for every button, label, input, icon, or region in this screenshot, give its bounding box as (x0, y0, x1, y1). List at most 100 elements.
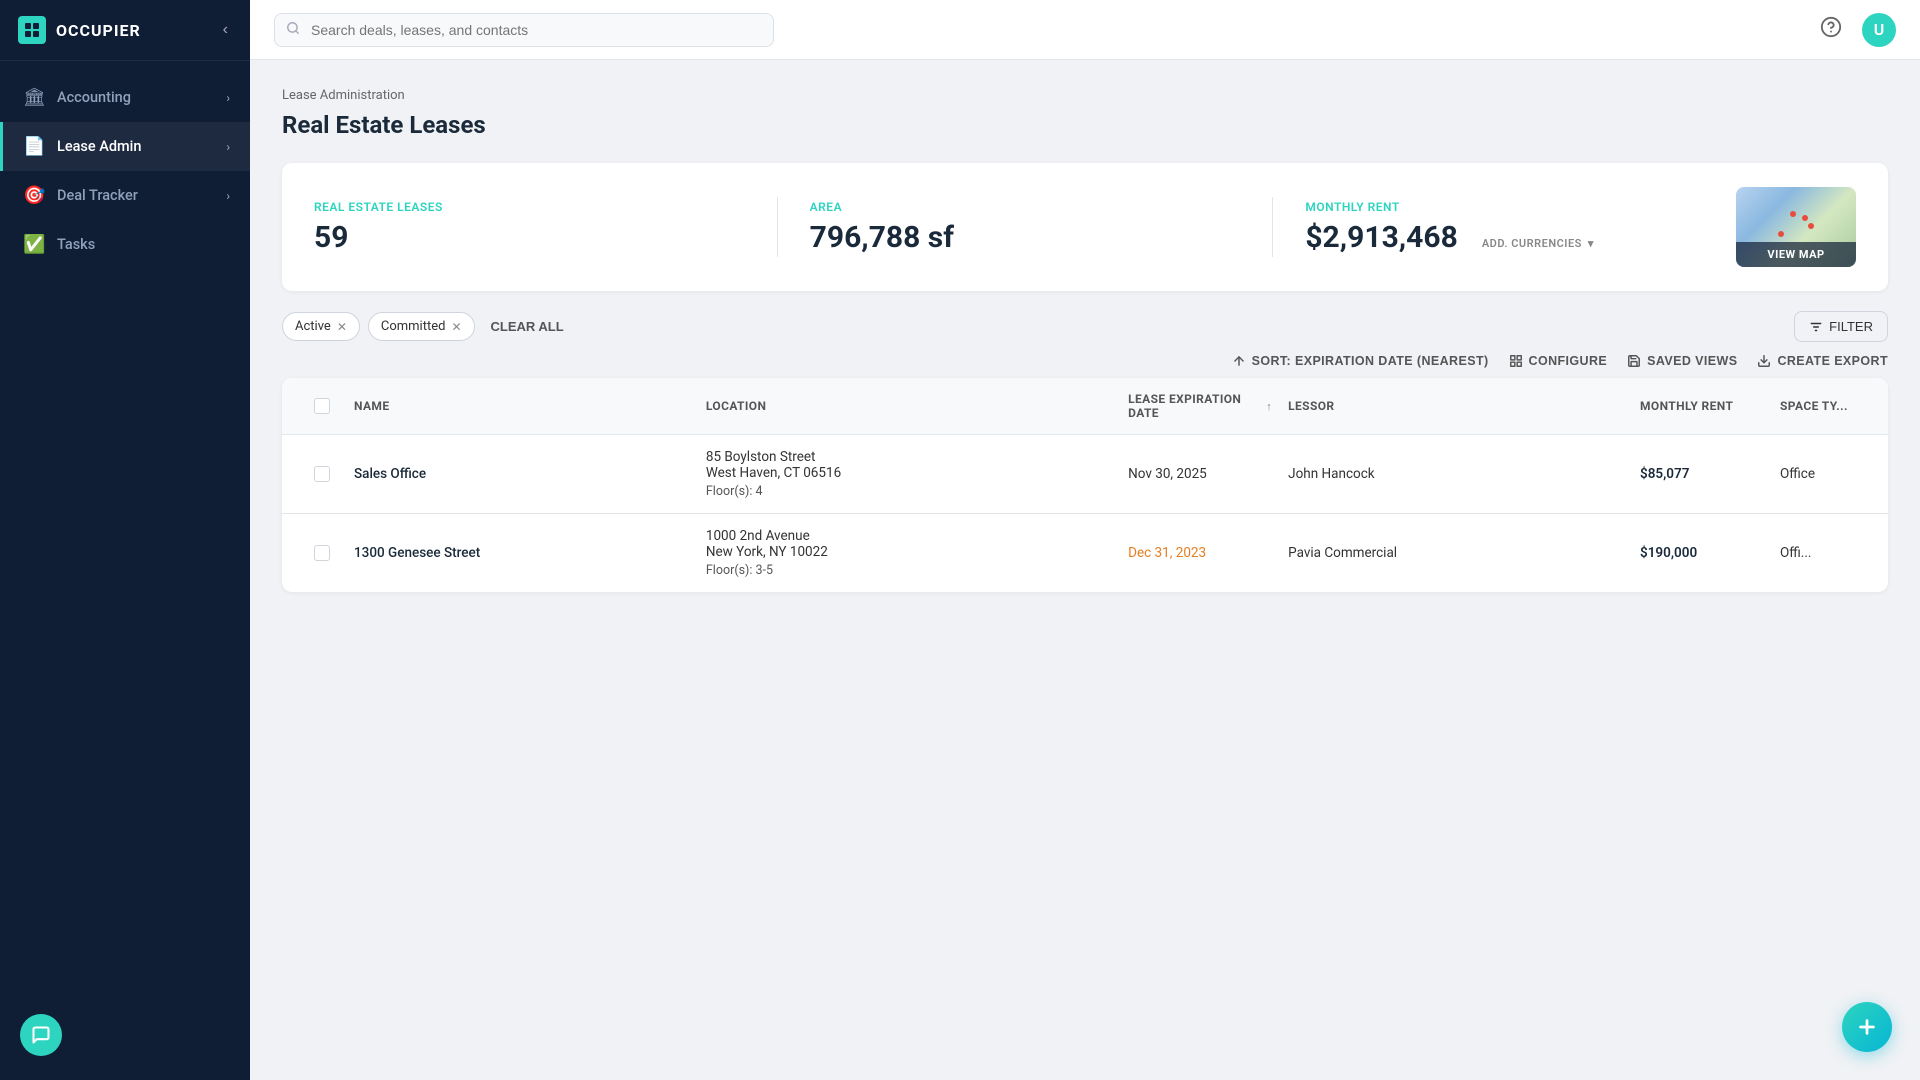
sidebar: OCCUPIER ‹ 🏛 Accounting › 📄 Lease Admin … (0, 0, 250, 1080)
committed-filter-label: Committed (381, 319, 446, 334)
filters-row: Active ✕ Committed ✕ CLEAR ALL FILTER (282, 311, 1888, 342)
saved-views-label: SAVED VIEWS (1647, 354, 1737, 368)
sidebar-collapse-button[interactable]: ‹ (219, 17, 232, 43)
user-avatar[interactable]: U (1862, 13, 1896, 47)
row-checkbox-cell (298, 531, 346, 575)
sidebar-item-accounting[interactable]: 🏛 Accounting › (0, 73, 250, 122)
lease-location: 85 Boylston Street West Haven, CT 06516 … (698, 435, 1120, 513)
col-header-location: Location (698, 378, 1120, 434)
select-all-checkbox[interactable] (314, 398, 330, 414)
col-header-name: Name (346, 378, 698, 434)
sidebar-item-label: Lease Admin (57, 138, 214, 155)
sidebar-navigation: 🏛 Accounting › 📄 Lease Admin › 🎯 Deal Tr… (0, 61, 250, 1080)
col-header-lessor: Lessor (1280, 378, 1632, 434)
committed-filter-remove-icon[interactable]: ✕ (451, 320, 461, 334)
rent-label: Monthly Rent (1305, 200, 1736, 214)
page-content: Lease Administration Real Estate Leases … (250, 60, 1920, 1080)
sort-button[interactable]: SORT: EXPIRATION DATE (NEAREST) (1232, 354, 1489, 368)
map-location-dot (1778, 231, 1784, 237)
stats-card: Real Estate Leases 59 Area 796,788 sf Mo… (282, 163, 1888, 291)
sidebar-item-lease-admin[interactable]: 📄 Lease Admin › (0, 122, 250, 171)
sidebar-item-tasks[interactable]: ✅ Tasks (0, 220, 250, 269)
location-address-line1: 85 Boylston Street (706, 449, 1112, 465)
location-address-line2: West Haven, CT 06516 (706, 465, 1112, 481)
chevron-down-icon: › (226, 91, 230, 105)
page-title: Real Estate Leases (282, 111, 1888, 139)
sort-asc-icon: ↑ (1266, 400, 1272, 413)
lease-location: 1000 2nd Avenue New York, NY 10022 Floor… (698, 514, 1120, 592)
leases-label: Real Estate Leases (314, 200, 745, 214)
lease-space-type: Office (1772, 452, 1872, 496)
stat-leases: Real Estate Leases 59 (314, 200, 745, 255)
sidebar-item-label: Tasks (57, 236, 230, 253)
rent-value: $2,913,468 (1305, 220, 1457, 255)
create-export-button[interactable]: CREATE EXPORT (1757, 354, 1888, 368)
map-location-dot (1802, 215, 1808, 221)
search-input[interactable] (274, 13, 774, 47)
configure-button[interactable]: CONFIGURE (1509, 354, 1608, 368)
lease-name: 1300 Genesee Street (346, 531, 698, 575)
tasks-icon: ✅ (23, 234, 45, 255)
filter-button-label: FILTER (1829, 319, 1873, 334)
lease-row-sales-office[interactable]: Sales Office 85 Boylston Street West Hav… (282, 435, 1888, 513)
map-location-dot (1808, 223, 1814, 229)
table-toolbar: SORT: EXPIRATION DATE (NEAREST) CONFIGUR… (282, 354, 1888, 368)
lease-row-genesee[interactable]: 1300 Genesee Street 1000 2nd Avenue New … (282, 514, 1888, 592)
lease-rent: $85,077 (1632, 452, 1772, 496)
search-icon (286, 21, 300, 39)
table-row: 1300 Genesee Street 1000 2nd Avenue New … (282, 514, 1888, 592)
row-checkbox-cell (298, 452, 346, 496)
location-floor: Floor(s): 3-5 (706, 563, 1112, 578)
configure-label: CONFIGURE (1529, 354, 1608, 368)
table-row: Sales Office 85 Boylston Street West Hav… (282, 435, 1888, 514)
filter-icon (1809, 320, 1823, 334)
accounting-icon: 🏛 (23, 87, 45, 108)
sidebar-item-deal-tracker[interactable]: 🎯 Deal Tracker › (0, 171, 250, 220)
col-header-space-type: Space Ty... (1772, 378, 1872, 434)
active-filter-remove-icon[interactable]: ✕ (337, 320, 347, 334)
stat-divider-2 (1272, 197, 1273, 257)
active-filter-chip[interactable]: Active ✕ (282, 312, 360, 341)
leases-table: Name Location Lease Expiration Date ↑ Le… (282, 378, 1888, 592)
leases-value: 59 (314, 220, 745, 255)
help-button[interactable] (1816, 12, 1846, 48)
stat-area: Area 796,788 sf (810, 200, 1241, 255)
lease-lessor: John Hancock (1280, 452, 1632, 496)
lease-rent: $190,000 (1632, 531, 1772, 575)
add-fab-button[interactable] (1842, 1002, 1892, 1052)
sort-icon (1232, 354, 1246, 368)
clear-all-button[interactable]: CLEAR ALL (483, 313, 572, 340)
chat-button[interactable] (20, 1014, 62, 1056)
select-all-header[interactable] (298, 378, 346, 434)
lease-exp-date: Dec 31, 2023 (1120, 531, 1280, 575)
lease-exp-date: Nov 30, 2025 (1120, 452, 1280, 496)
stat-rent: Monthly Rent $2,913,468 ADD. CURRENCIES … (1305, 200, 1736, 255)
row-checkbox[interactable] (314, 545, 330, 561)
topbar: U (250, 0, 1920, 60)
chevron-down-icon: › (226, 140, 230, 154)
view-map-button[interactable]: VIEW MAP (1736, 187, 1856, 267)
logo-text: OCCUPIER (56, 21, 141, 40)
chevron-down-icon: ▾ (1588, 237, 1594, 250)
committed-filter-chip[interactable]: Committed ✕ (368, 312, 475, 341)
lease-lessor: Pavia Commercial (1280, 531, 1632, 575)
plus-icon (1856, 1016, 1878, 1038)
create-export-label: CREATE EXPORT (1777, 354, 1888, 368)
sort-label: SORT: EXPIRATION DATE (NEAREST) (1252, 354, 1489, 368)
table-header: Name Location Lease Expiration Date ↑ Le… (282, 378, 1888, 435)
row-checkbox[interactable] (314, 466, 330, 482)
col-header-rent: Monthly Rent (1632, 378, 1772, 434)
col-header-exp-date[interactable]: Lease Expiration Date ↑ (1120, 378, 1280, 434)
stat-divider-1 (777, 197, 778, 257)
sidebar-item-label: Deal Tracker (57, 187, 214, 204)
view-map-label: VIEW MAP (1736, 242, 1856, 267)
add-currencies-button[interactable]: ADD. CURRENCIES ▾ (1482, 237, 1594, 250)
saved-views-button[interactable]: SAVED VIEWS (1627, 354, 1737, 368)
filter-button[interactable]: FILTER (1794, 311, 1888, 342)
sidebar-header: OCCUPIER ‹ (0, 0, 250, 61)
logo-icon (18, 16, 46, 44)
deal-tracker-icon: 🎯 (23, 185, 45, 206)
breadcrumb: Lease Administration (282, 88, 1888, 103)
main-content-area: U Lease Administration Real Estate Lease… (250, 0, 1920, 1080)
sidebar-item-label: Accounting (57, 89, 214, 106)
